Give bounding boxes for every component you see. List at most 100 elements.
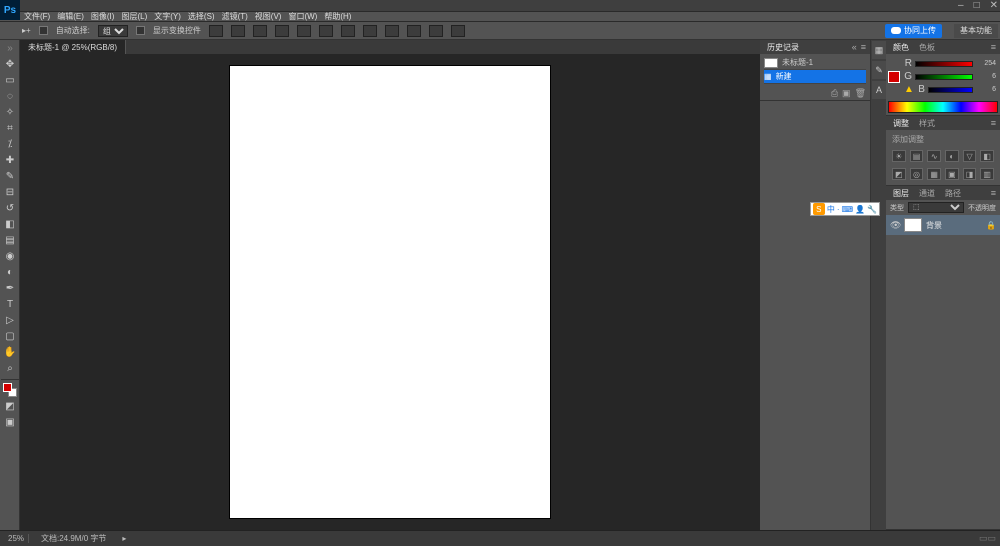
adj-posterize-icon[interactable]: ▥ bbox=[980, 168, 994, 180]
history-tab[interactable]: 历史记录 bbox=[764, 42, 802, 53]
adj-curves-icon[interactable]: ∿ bbox=[927, 150, 941, 162]
dist-icon-6[interactable] bbox=[451, 25, 465, 37]
document-tab[interactable]: 未标题-1 @ 25%(RGB/8) bbox=[20, 40, 126, 54]
history-trash-icon[interactable]: 🗑 bbox=[855, 88, 866, 99]
history-brush-tool[interactable]: ↺ bbox=[1, 200, 19, 216]
doc-info-chevron-icon[interactable]: ▸ bbox=[118, 534, 130, 543]
color-menu-icon[interactable]: ≡ bbox=[991, 42, 996, 52]
menu-image[interactable]: 图像(I) bbox=[89, 11, 117, 22]
adj-mixer-icon[interactable]: ▦ bbox=[927, 168, 941, 180]
ime-bar[interactable]: S 中 · ⌨ 👤 🔧 bbox=[810, 202, 880, 216]
auto-select-checkbox[interactable] bbox=[39, 26, 48, 35]
history-menu-icon[interactable]: ≡ bbox=[861, 42, 866, 52]
color-tab[interactable]: 颜色 bbox=[890, 42, 912, 53]
quickmask-tool[interactable]: ◩ bbox=[1, 398, 19, 414]
align-icon-4[interactable] bbox=[275, 25, 289, 37]
menu-edit[interactable]: 编辑(E) bbox=[55, 11, 86, 22]
menu-layer[interactable]: 图层(L) bbox=[119, 11, 149, 22]
channels-tab[interactable]: 通道 bbox=[916, 188, 938, 199]
styles-tab[interactable]: 样式 bbox=[916, 118, 938, 129]
menu-help[interactable]: 帮助(H) bbox=[322, 11, 353, 22]
adjustments-menu-icon[interactable]: ≡ bbox=[991, 118, 996, 128]
g-value[interactable]: 6 bbox=[976, 73, 996, 80]
layers-menu-icon[interactable]: ≡ bbox=[991, 188, 996, 198]
dist-icon-5[interactable] bbox=[429, 25, 443, 37]
align-icon-1[interactable] bbox=[209, 25, 223, 37]
visibility-icon[interactable]: 👁 bbox=[890, 220, 900, 231]
adj-exposure-icon[interactable]: ◐ bbox=[945, 150, 959, 162]
heal-tool[interactable]: ✚ bbox=[1, 152, 19, 168]
canvas[interactable] bbox=[230, 66, 550, 518]
adj-photofilter-icon[interactable]: ◎ bbox=[910, 168, 924, 180]
adj-lookup-icon[interactable]: ▣ bbox=[945, 168, 959, 180]
layer-row-background[interactable]: 👁 背景 🔒 bbox=[886, 215, 1000, 235]
align-icon-5[interactable] bbox=[297, 25, 311, 37]
align-icon-6[interactable] bbox=[319, 25, 333, 37]
color-r-slider[interactable]: R 254 bbox=[904, 58, 996, 69]
eyedropper-tool[interactable]: ⁒ bbox=[1, 136, 19, 152]
dodge-tool[interactable]: ◐ bbox=[1, 264, 19, 280]
menu-type[interactable]: 文字(Y) bbox=[152, 11, 183, 22]
adjustments-tab[interactable]: 调整 bbox=[890, 118, 912, 129]
zoom-value[interactable]: 25% bbox=[4, 534, 29, 543]
minimize-button[interactable]: – bbox=[958, 0, 964, 11]
paths-tab[interactable]: 路径 bbox=[942, 188, 964, 199]
canvas-region[interactable] bbox=[20, 54, 760, 530]
brush-panel-icon[interactable]: ✎ bbox=[872, 61, 886, 79]
shape-tool[interactable]: ▢ bbox=[1, 328, 19, 344]
eraser-tool[interactable]: ◧ bbox=[1, 216, 19, 232]
swatches-tool[interactable] bbox=[1, 382, 19, 398]
r-value[interactable]: 254 bbox=[976, 60, 996, 67]
color-b-slider[interactable]: ▲ B 6 bbox=[904, 84, 996, 95]
share-button[interactable]: 协同上传 bbox=[885, 24, 942, 38]
dist-icon-4[interactable] bbox=[407, 25, 421, 37]
fg-swatch[interactable] bbox=[3, 383, 12, 392]
path-tool[interactable]: ▷ bbox=[1, 312, 19, 328]
align-icon-3[interactable] bbox=[253, 25, 267, 37]
ime-keyboard-icon[interactable]: ⌨ bbox=[842, 205, 854, 214]
close-button[interactable]: ✕ bbox=[990, 0, 998, 11]
marquee-tool[interactable]: ▭ bbox=[1, 72, 19, 88]
history-step-new[interactable]: ▦ 新建 bbox=[764, 70, 866, 84]
ime-mode[interactable]: 中 bbox=[827, 204, 835, 215]
char-panel-icon[interactable]: A bbox=[872, 81, 886, 99]
history-new-icon[interactable]: ▣ bbox=[842, 88, 851, 99]
color-swatch-icon[interactable] bbox=[888, 71, 900, 83]
show-transform-checkbox[interactable] bbox=[136, 26, 145, 35]
gradient-tool[interactable]: ▤ bbox=[1, 232, 19, 248]
doc-info[interactable]: 文档:24.9M/0 字节 bbox=[37, 533, 110, 544]
auto-select-target[interactable]: 组 bbox=[98, 25, 128, 37]
screenmode-tool[interactable]: ▣ bbox=[1, 414, 19, 430]
layers-tab[interactable]: 图层 bbox=[890, 188, 912, 199]
color-spectrum[interactable] bbox=[888, 101, 998, 113]
menu-window[interactable]: 窗口(W) bbox=[286, 11, 319, 22]
zoom-tool[interactable]: ⌕ bbox=[1, 360, 19, 376]
ime-person-icon[interactable]: 👤 bbox=[855, 205, 865, 214]
b-value[interactable]: 6 bbox=[976, 86, 996, 93]
swatches-tab[interactable]: 色板 bbox=[916, 42, 938, 53]
menu-view[interactable]: 视图(V) bbox=[253, 11, 284, 22]
ime-tool-icon[interactable]: 🔧 bbox=[867, 205, 877, 214]
maximize-button[interactable]: □ bbox=[974, 0, 980, 11]
type-tool[interactable]: T bbox=[1, 296, 19, 312]
hand-tool[interactable]: ✋ bbox=[1, 344, 19, 360]
crop-tool[interactable]: ⌗ bbox=[1, 120, 19, 136]
layer-kind-select[interactable]: ⬚ bbox=[908, 202, 964, 213]
swatches-panel-icon[interactable]: ▦ bbox=[872, 41, 886, 59]
blur-tool[interactable]: ◉ bbox=[1, 248, 19, 264]
adj-invert-icon[interactable]: ◨ bbox=[963, 168, 977, 180]
brush-tool[interactable]: ✎ bbox=[1, 168, 19, 184]
adj-bw-icon[interactable]: ◩ bbox=[892, 168, 906, 180]
adj-levels-icon[interactable]: ▤ bbox=[910, 150, 924, 162]
color-g-slider[interactable]: G 6 bbox=[904, 71, 996, 82]
menu-file[interactable]: 文件(F) bbox=[22, 11, 52, 22]
wand-tool[interactable]: ✧ bbox=[1, 104, 19, 120]
lasso-tool[interactable]: ◌ bbox=[1, 88, 19, 104]
menu-filter[interactable]: 滤镜(T) bbox=[220, 11, 250, 22]
history-snapshot[interactable]: 未标题-1 bbox=[764, 56, 866, 70]
adj-brightness-icon[interactable]: ☀ bbox=[892, 150, 906, 162]
adj-vibrance-icon[interactable]: ▽ bbox=[963, 150, 977, 162]
stamp-tool[interactable]: ⊟ bbox=[1, 184, 19, 200]
align-icon-2[interactable] bbox=[231, 25, 245, 37]
adj-hue-icon[interactable]: ◧ bbox=[980, 150, 994, 162]
